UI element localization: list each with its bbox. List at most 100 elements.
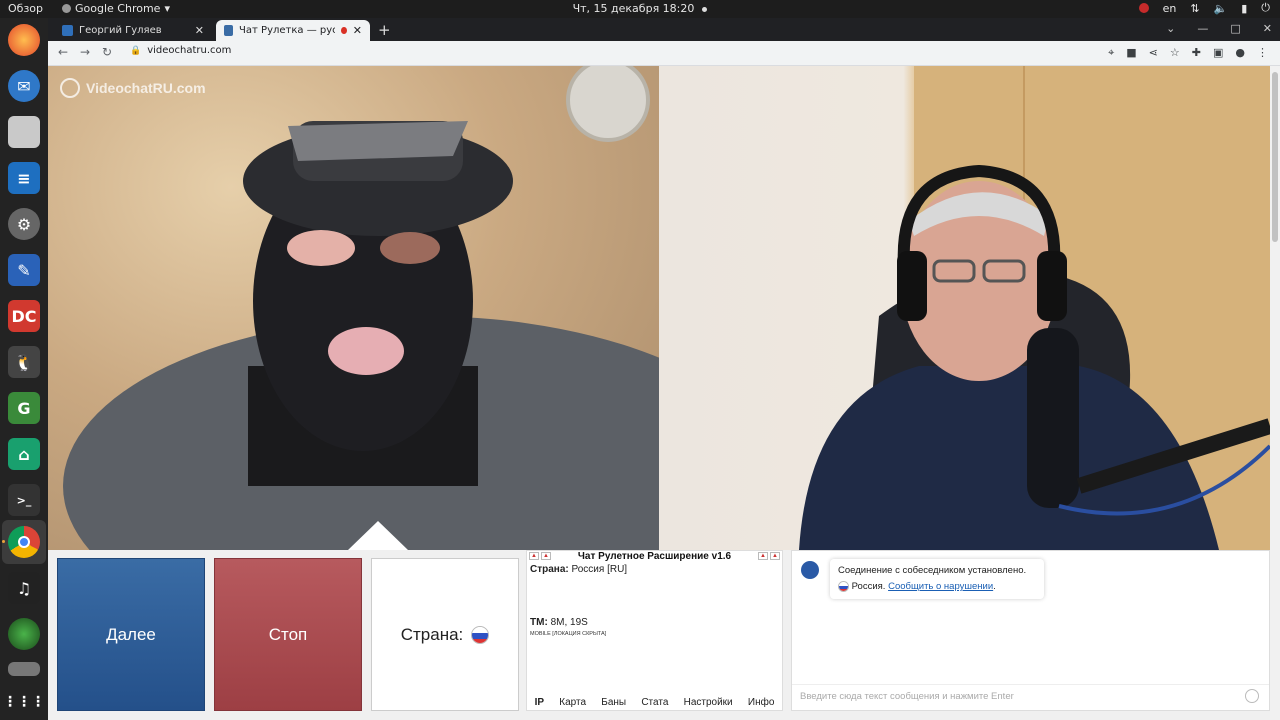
menu-map[interactable]: Карта <box>559 697 586 708</box>
system-top-bar: Обзор Google Chrome ▾ Чт, 15 декабря 18:… <box>0 0 1280 18</box>
window-controls: ⌄ — □ ✕ <box>1166 22 1272 35</box>
running-indicator <box>2 540 5 543</box>
files-icon[interactable] <box>8 116 40 148</box>
extensions-icon[interactable]: ✚ <box>1192 46 1201 60</box>
close-window-icon[interactable]: ✕ <box>1263 22 1272 35</box>
tab-title: Чат Рулетка — русски <box>239 25 336 36</box>
country-info-label: Страна: <box>530 564 569 575</box>
close-icon[interactable]: ✕ <box>353 24 362 37</box>
country-info: Страна: Россия [RU] <box>530 564 627 575</box>
tm-info-label: TM: <box>530 617 548 628</box>
back-icon[interactable]: ← <box>58 45 68 59</box>
report-suffix: . <box>993 581 996 592</box>
site-logo-icon <box>801 561 819 579</box>
country-button-label: Страна: <box>400 624 464 644</box>
russia-flag-icon <box>471 625 490 644</box>
self-video <box>659 66 1270 550</box>
show-apps-icon[interactable]: ⋮⋮⋮ <box>3 686 45 718</box>
store-icon[interactable]: ⌂ <box>8 438 40 470</box>
partner-country-line: Россия. Сообщить о нарушении. <box>838 579 1036 595</box>
extension-title: Чат Рулетное Расширение v1.6 <box>577 551 732 562</box>
bookmark-star-icon[interactable]: ☆ <box>1170 46 1180 60</box>
self-video-frame <box>799 66 1270 550</box>
menu-info[interactable]: Инфо <box>748 697 775 708</box>
partner-country: Россия. <box>851 581 886 592</box>
tab-vk[interactable]: Георгий Гуляев ✕ <box>54 20 212 41</box>
close-icon[interactable]: ✕ <box>195 24 204 37</box>
page-scrollbar[interactable] <box>1270 66 1280 720</box>
writer-icon[interactable]: ≡ <box>8 162 40 194</box>
settings-icon[interactable]: ⚙ <box>8 208 40 240</box>
forward-icon[interactable]: → <box>80 45 90 59</box>
tm-info: TM: 8M, 19S <box>530 617 588 628</box>
menu-icon[interactable]: ⋮ <box>1257 46 1268 60</box>
power-icon: ⏻ <box>1261 1 1270 14</box>
music-icon[interactable]: ♫ <box>8 572 40 604</box>
url-text[interactable]: videochatru.com <box>147 45 231 56</box>
country-button[interactable]: Страна: <box>371 558 519 711</box>
arrow-up-icon[interactable]: ▲ <box>770 552 780 560</box>
maximize-icon[interactable]: □ <box>1230 22 1240 35</box>
recording-icon[interactable] <box>1138 3 1149 13</box>
new-tab-button[interactable]: + <box>378 21 391 39</box>
dock: ✉ ≡ ⚙ ✎ DC 🐧 G ⌂ >_ ♫ ⋮⋮⋮ <box>0 18 48 720</box>
tab-search-icon[interactable]: ⌄ <box>1166 22 1175 35</box>
chat-input[interactable]: Введите сюда текст сообщения и нажмите E… <box>800 691 1014 702</box>
dock-app-icon[interactable] <box>8 662 40 676</box>
system-tray[interactable]: en ⇅ 🔈 ▮ ⏻ <box>1138 1 1270 15</box>
mail-icon[interactable]: ✉ <box>8 70 40 102</box>
emoji-icon[interactable] <box>1245 689 1259 703</box>
menu-settings[interactable]: Настройки <box>684 697 733 708</box>
lock-icon[interactable]: 🔒 <box>130 46 141 56</box>
scrollbar-thumb[interactable] <box>1272 72 1278 242</box>
stop-button[interactable]: Стоп <box>214 558 362 711</box>
address-bar[interactable]: 🔒 videochatru.com <box>130 45 231 56</box>
terminal-icon[interactable]: >_ <box>8 484 40 516</box>
recording-indicator-icon <box>702 6 708 12</box>
text-editor-icon[interactable]: ✎ <box>8 254 40 286</box>
network-icon: ⇅ <box>1190 1 1200 15</box>
tab-title: Георгий Гуляев <box>79 25 162 36</box>
recording-icon <box>341 27 347 34</box>
menu-stats[interactable]: Стата <box>641 697 668 708</box>
chrome-icon[interactable] <box>8 526 40 558</box>
system-message-text: Соединение с собеседником установлено. <box>838 565 1027 576</box>
chat-panel: Соединение с собеседником установлено. Р… <box>791 550 1270 711</box>
system-message: Соединение с собеседником установлено. Р… <box>830 559 1044 599</box>
language-indicator[interactable]: en <box>1163 2 1177 15</box>
camera-app-icon[interactable] <box>8 618 40 650</box>
dc-app-icon[interactable]: DC <box>8 300 40 332</box>
clock[interactable]: Чт, 15 декабря 18:20 <box>0 2 1280 15</box>
volume-icon: 🔈 <box>1213 1 1228 15</box>
menu-bans[interactable]: Баны <box>601 697 626 708</box>
site-watermark: VideochatRU.com <box>60 78 206 98</box>
next-button[interactable]: Далее <box>57 558 205 711</box>
tm-info-value: 8M, 19S <box>550 617 588 628</box>
partner-video: VideochatRU.com <box>48 66 659 550</box>
chat-divider <box>792 684 1269 685</box>
extension-menu: IP Карта Баны Стата Настройки Инфо <box>527 697 782 708</box>
minimize-icon[interactable]: — <box>1197 22 1208 35</box>
clock-label: Чт, 15 декабря 18:20 <box>572 2 695 15</box>
russia-flag-icon <box>838 580 849 592</box>
share-icon[interactable]: ⋖ <box>1149 46 1158 60</box>
g-app-icon[interactable]: G <box>8 392 40 424</box>
videochat-favicon-icon <box>224 25 234 36</box>
linux-penguin-icon[interactable]: 🐧 <box>8 346 40 378</box>
tab-videochat[interactable]: Чат Рулетка — русски ✕ <box>216 20 370 41</box>
battery-icon: ▮ <box>1241 1 1248 15</box>
camera-icon[interactable]: ■ <box>1126 46 1136 60</box>
extension-panel: ▲ ▲ Чат Рулетное Расширение v1.6 ▲ ▲ Стр… <box>526 550 783 711</box>
menu-ip[interactable]: IP <box>535 697 544 708</box>
firefox-icon[interactable] <box>8 24 40 56</box>
location-icon[interactable]: ⌖ <box>1108 46 1114 60</box>
watermark-text: VideochatRU.com <box>86 80 206 96</box>
toolbar-icons: ⌖ ■ ⋖ ☆ ✚ ▣ ● ⋮ <box>1108 46 1268 60</box>
arrow-up-icon[interactable]: ▲ <box>758 552 768 560</box>
reload-icon[interactable]: ↻ <box>102 45 112 59</box>
side-panel-icon[interactable]: ▣ <box>1213 46 1223 60</box>
profile-icon[interactable]: ● <box>1235 46 1245 60</box>
browser-toolbar: ← → ↻ 🔒 videochatru.com ⌖ ■ ⋖ ☆ ✚ ▣ ● ⋮ <box>48 41 1280 66</box>
report-link[interactable]: Сообщить о нарушении <box>888 581 993 592</box>
vk-favicon-icon <box>62 25 73 36</box>
